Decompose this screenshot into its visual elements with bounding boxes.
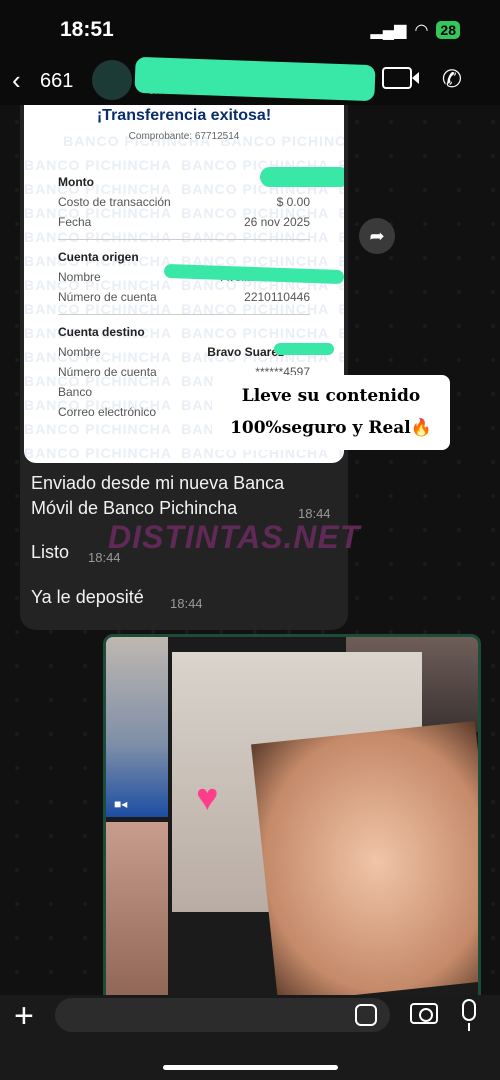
status-time: 18:51 (60, 18, 114, 41)
video-call-icon[interactable] (382, 67, 419, 89)
phone-icon[interactable]: ✆ (442, 65, 462, 94)
separator (58, 239, 310, 240)
promo-sticker: Lleve su contenido 100%seguro y Real🔥 (212, 375, 450, 450)
mic-icon[interactable] (462, 999, 476, 1031)
signal-icon: ▂▄▆ (370, 22, 407, 39)
chat-area[interactable]: BANCO PICHINCHA BANCO PICHINCHA BANCO PI… (0, 105, 500, 995)
costo-label: Costo de transacción (58, 195, 171, 209)
receipt-title: ¡Transferencia exitosa! (96, 107, 272, 124)
destino-numero-label: Número de cuenta (58, 365, 157, 379)
photo-thumbnail[interactable] (106, 637, 168, 817)
listo-text: Listo (31, 542, 70, 562)
site-watermark: DISTINTAS.NET (108, 519, 361, 555)
caption-text: Enviado desde mi nueva Banca Móvil de Ba… (31, 473, 285, 518)
fecha-value: 26 nov 2025 (243, 215, 310, 229)
origen-numero-label: Número de cuenta (58, 290, 157, 304)
photo-sticker[interactable] (251, 720, 478, 995)
destino-redaction (274, 343, 334, 355)
message-input[interactable] (55, 998, 390, 1032)
deposite-text: Ya le deposité (31, 587, 144, 607)
avatar[interactable] (92, 60, 132, 100)
banco-label: Banco (58, 385, 93, 399)
camera-icon[interactable] (410, 1003, 438, 1024)
home-indicator (163, 1065, 338, 1070)
plus-icon[interactable]: + (14, 997, 34, 1036)
chat-header: ‹ 661 en línea ✆ (0, 55, 500, 105)
photo-thumbnail[interactable] (106, 822, 168, 995)
origen-label: Cuenta origen (58, 250, 139, 264)
image-message[interactable]: ■◂ ♥ (103, 634, 481, 995)
sticker-icon[interactable] (355, 1004, 377, 1026)
status-icons: ▂▄▆ ◠ 28 (370, 20, 460, 40)
costo-value: $ 0.00 (276, 195, 310, 209)
battery-icon: 28 (436, 21, 460, 39)
wifi-icon: ◠ (414, 22, 429, 39)
correo-label: Correo electrónico (58, 405, 157, 419)
back-icon[interactable]: ‹ (12, 65, 21, 96)
status-bar: 18:51 ▂▄▆ ◠ 28 (0, 0, 500, 60)
separator (58, 314, 310, 315)
fecha-label: Fecha (58, 215, 92, 229)
promo-line-2: 100%seguro y Real🔥 (230, 418, 432, 438)
forward-icon[interactable]: ➦ (359, 218, 395, 254)
origen-nombre-label: Nombre (58, 270, 101, 284)
back-count[interactable]: 661 (40, 70, 73, 93)
message-bubble-deposite[interactable]: Ya le deposité 18:44 (20, 579, 218, 617)
video-icon: ■◂ (114, 797, 128, 811)
monto-redaction (260, 167, 344, 187)
promo-line-1: Lleve su contenido (241, 386, 421, 406)
destino-nombre-value: Bravo Suarez (207, 345, 284, 359)
destino-label: Cuenta destino (58, 325, 145, 339)
input-bar: + (0, 995, 500, 1080)
receipt-comprobante: Comprobante: 67712514 (128, 131, 240, 142)
destino-nombre-label: Nombre (58, 345, 101, 359)
monto-label: Monto (58, 175, 94, 189)
heart-icon: ♥ (196, 777, 219, 819)
deposite-time: 18:44 (170, 596, 203, 611)
origen-numero-value: 2210110446 (244, 290, 310, 304)
